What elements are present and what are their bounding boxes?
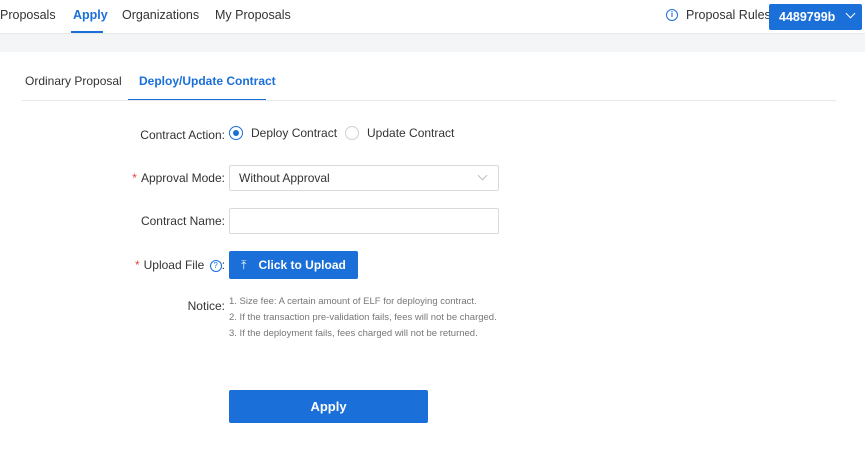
- proposal-rules-link[interactable]: i Proposal Rules: [666, 8, 771, 22]
- radio-checked-icon: [229, 126, 243, 140]
- contract-action-label: Contract Action:: [140, 128, 225, 142]
- nav-my-proposals[interactable]: My Proposals: [215, 8, 291, 22]
- proposal-rules-label: Proposal Rules: [686, 8, 771, 22]
- tab-ordinary-proposal[interactable]: Ordinary Proposal: [25, 74, 122, 88]
- approval-mode-select[interactable]: Without Approval: [229, 165, 499, 191]
- nav-active-indicator: [71, 31, 103, 33]
- notice-line: 3. If the deployment fails, fees charged…: [229, 328, 478, 339]
- chevron-down-icon: [477, 170, 488, 181]
- upload-file-label: * Upload File ?:: [134, 258, 225, 272]
- approval-mode-value: Without Approval: [239, 171, 330, 185]
- contract-name-label: Contract Name:: [140, 214, 225, 228]
- radio-update-contract[interactable]: Update Contract: [345, 126, 454, 140]
- notice-line: 1. Size fee: A certain amount of ELF for…: [229, 296, 477, 307]
- upload-icon: ⤒: [241, 257, 247, 272]
- top-nav: Proposals Apply Organizations My Proposa…: [0, 0, 865, 34]
- radio-unchecked-icon: [345, 126, 359, 140]
- radio-deploy-contract[interactable]: Deploy Contract: [229, 126, 337, 140]
- tab-deploy-update-contract[interactable]: Deploy/Update Contract: [139, 74, 276, 88]
- notice-label: Notice:: [187, 299, 225, 313]
- approval-mode-label: * Approval Mode:: [132, 171, 225, 185]
- info-icon: i: [666, 9, 678, 21]
- apply-button[interactable]: Apply: [229, 390, 428, 423]
- nav-organizations[interactable]: Organizations: [122, 8, 199, 22]
- notice-line: 2. If the transaction pre-validation fai…: [229, 312, 497, 323]
- account-label: 4489799b: [779, 10, 836, 24]
- help-icon[interactable]: ?: [209, 260, 222, 272]
- upload-button[interactable]: ⤒ Click to Upload: [229, 251, 358, 279]
- account-dropdown[interactable]: 4489799b: [769, 4, 862, 30]
- notice-text: 1. Size fee: A certain amount of ELF for…: [229, 295, 519, 343]
- apply-card: Ordinary Proposal Deploy/Update Contract…: [0, 52, 865, 456]
- nav-apply[interactable]: Apply: [73, 8, 108, 22]
- tab-divider: [22, 100, 836, 101]
- contract-name-input[interactable]: [229, 208, 499, 234]
- chevron-down-icon: [845, 8, 856, 19]
- nav-proposals[interactable]: Proposals: [0, 8, 56, 22]
